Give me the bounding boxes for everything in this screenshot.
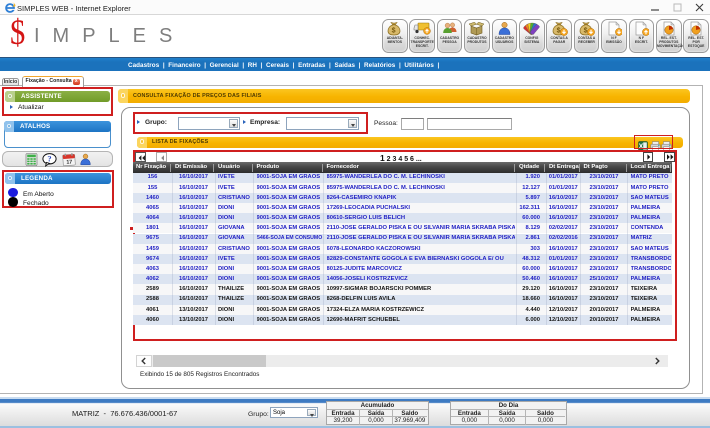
svg-text:$: $ (584, 28, 588, 35)
svg-text:17: 17 (66, 159, 72, 165)
svg-text:?: ? (47, 153, 51, 163)
svg-text:$: $ (392, 28, 396, 35)
svg-text:$: $ (556, 28, 560, 35)
